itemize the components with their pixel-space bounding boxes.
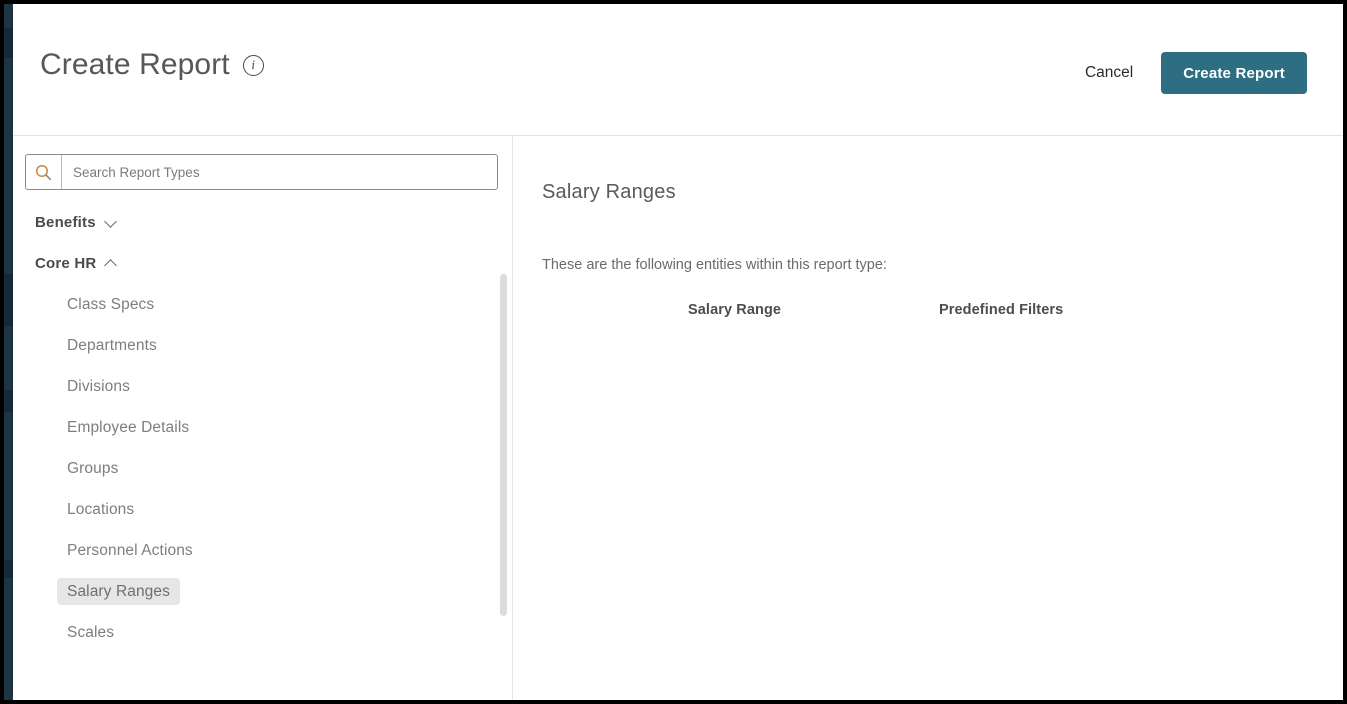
info-icon[interactable]: i bbox=[242, 54, 264, 76]
tree-scrollbar[interactable] bbox=[500, 202, 507, 700]
tree-item-class-specs[interactable]: Class Specs bbox=[13, 284, 513, 325]
tree-group-label: Core HR bbox=[35, 255, 97, 272]
tree-group-label: Benefits bbox=[35, 214, 96, 231]
app-window: Create Report i Cancel Create Report Sea… bbox=[0, 0, 1347, 704]
tree-item-label: Divisions bbox=[67, 377, 130, 395]
modal-header: Create Report i Cancel Create Report bbox=[13, 4, 1343, 136]
tree-item-divisions[interactable]: Divisions bbox=[13, 366, 513, 407]
search-icon[interactable] bbox=[26, 155, 62, 189]
page-title-group: Create Report i bbox=[40, 50, 264, 80]
entity-predefined-filters: Predefined Filters bbox=[939, 302, 1064, 318]
cancel-button[interactable]: Cancel bbox=[1083, 60, 1135, 86]
tree-item-label: Locations bbox=[67, 500, 135, 518]
tree-item-label: Departments bbox=[67, 336, 157, 354]
tree-item-scales[interactable]: Scales bbox=[13, 612, 513, 653]
modal-body: Benefits Core HR Class Specs Departments bbox=[13, 136, 1343, 700]
header-actions: Cancel Create Report bbox=[1083, 52, 1307, 94]
report-type-detail-panel: Salary Ranges These are the following en… bbox=[513, 136, 1343, 700]
create-report-button[interactable]: Create Report bbox=[1161, 52, 1307, 94]
tree-item-label: Class Specs bbox=[67, 295, 155, 313]
tree-scrollbar-thumb[interactable] bbox=[500, 274, 507, 616]
tree-item-employee-details[interactable]: Employee Details bbox=[13, 407, 513, 448]
entity-salary-range: Salary Range bbox=[688, 302, 782, 318]
search-report-types bbox=[25, 154, 498, 190]
chevron-up-icon[interactable] bbox=[105, 257, 118, 270]
entity-list: Salary Range Predefined Filters bbox=[513, 302, 1343, 326]
tree-item-salary-ranges[interactable]: Salary Ranges bbox=[13, 571, 513, 612]
tree-item-groups[interactable]: Groups bbox=[13, 448, 513, 489]
tree-item-personnel-actions[interactable]: Personnel Actions bbox=[13, 530, 513, 571]
search-input[interactable] bbox=[62, 155, 497, 189]
detail-title: Salary Ranges bbox=[542, 181, 676, 203]
tree-group-core-hr[interactable]: Core HR bbox=[13, 243, 513, 284]
report-type-tree: Benefits Core HR Class Specs Departments bbox=[13, 202, 513, 700]
tree-group-benefits[interactable]: Benefits bbox=[13, 202, 513, 243]
tree-item-label: Salary Ranges bbox=[57, 577, 180, 606]
chevron-down-icon[interactable] bbox=[105, 216, 118, 229]
report-type-panel: Benefits Core HR Class Specs Departments bbox=[13, 136, 513, 700]
tree-item-label: Personnel Actions bbox=[67, 541, 193, 559]
page-title: Create Report bbox=[40, 48, 230, 81]
detail-description: These are the following entities within … bbox=[542, 257, 887, 273]
app-nav-rail[interactable] bbox=[4, 4, 13, 700]
tree-item-locations[interactable]: Locations bbox=[13, 489, 513, 530]
tree-item-label: Employee Details bbox=[67, 418, 190, 436]
tree-item-departments[interactable]: Departments bbox=[13, 325, 513, 366]
create-report-modal: Create Report i Cancel Create Report Sea… bbox=[13, 4, 1343, 700]
tree-item-label: Scales bbox=[67, 623, 115, 641]
tree-item-label: Groups bbox=[67, 459, 119, 477]
